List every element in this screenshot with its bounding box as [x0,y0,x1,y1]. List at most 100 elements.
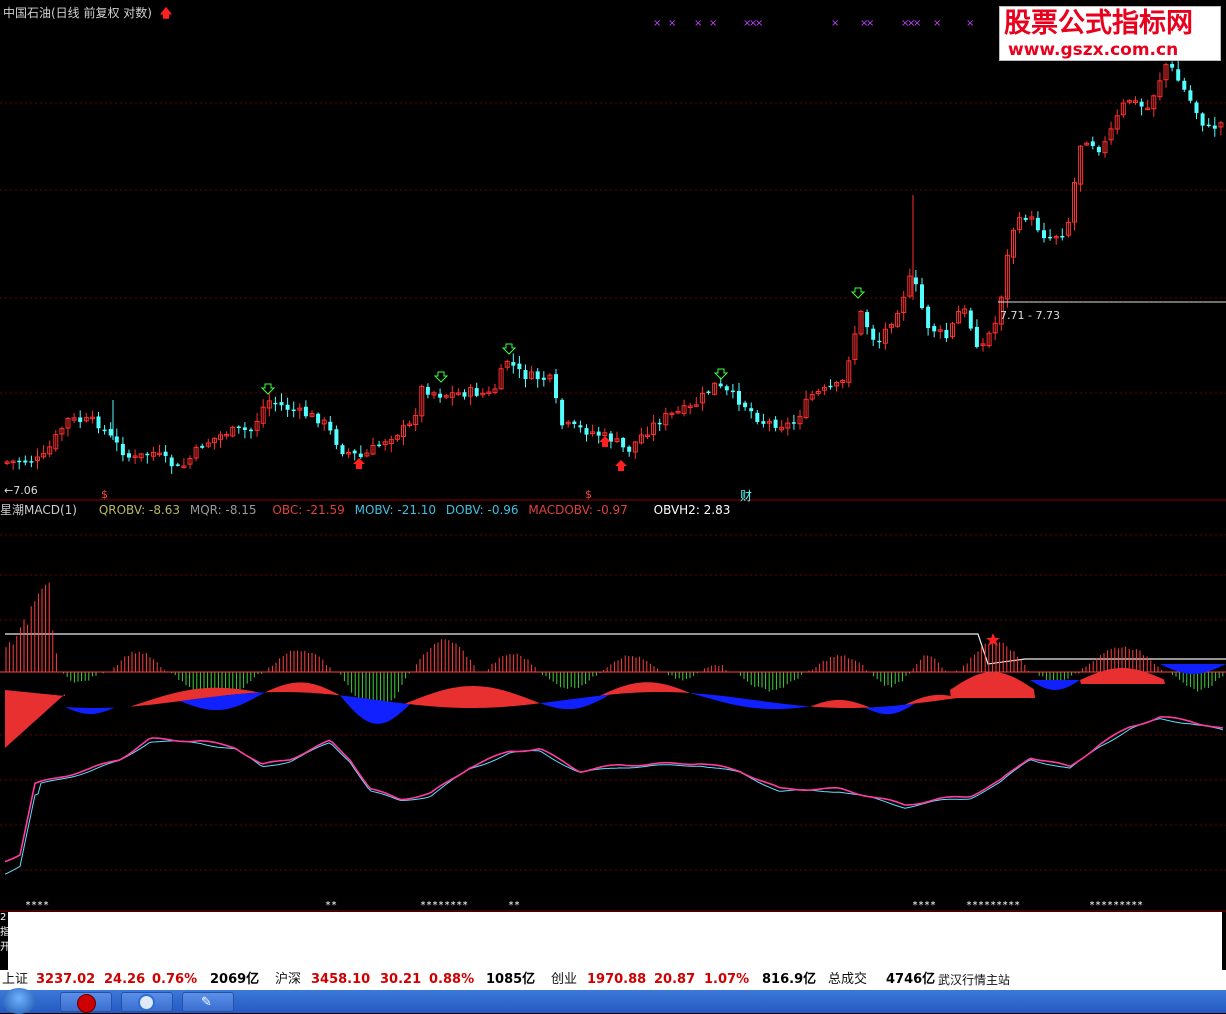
indicator-macdobv: MACDOBV: -0.97 [528,503,628,517]
purple-x-marker: × [966,18,974,29]
logo-url: www.gszx.com.cn [1008,40,1179,60]
candle-body [730,390,735,393]
candle-body [108,429,113,436]
signal-stars: **** [25,900,49,911]
strip-text: 开 [0,942,8,953]
macd-ribbon [5,690,65,748]
candle-body [1023,217,1028,220]
candle-body [572,421,577,424]
macd-ribbon [1030,680,1080,690]
candle-body [944,329,949,339]
candle-body [236,426,241,429]
candle-body [1200,113,1205,126]
price-panel-title: 中国石油(日线 前复权 对数) 🡅 [3,6,172,20]
candle-body [200,445,205,448]
candle-body [773,419,778,428]
candle-body [1188,90,1193,101]
candle-body [1035,217,1040,231]
candle-body [120,443,125,456]
magenta-line [4,716,1224,863]
hs-amount: 1085亿 [486,972,536,987]
indicator-name[interactable]: 星潮MACD(1) [0,503,77,517]
candle-body [621,437,626,448]
signal-stars: ********* [1089,900,1143,911]
candle-body [791,422,796,424]
candle-body [1212,125,1217,129]
info-panel [8,912,1222,970]
cy-value: 1970.88 [587,972,647,987]
candle-body [871,328,876,340]
candle-body [578,425,583,428]
market-status-bar: 上证 3237.02 24.26 0.76% 2069亿 沪深 3458.10 … [0,970,1226,990]
candle-body [517,363,522,370]
candle-body [358,453,363,458]
sh-label: 上证 [2,972,29,987]
sh-change: 24.26 [104,972,146,987]
macd-ribbon [950,672,1035,698]
start-orb-icon[interactable] [2,988,36,1014]
total-amount: 4746亿 [886,972,936,987]
down-arrow-icon [713,368,729,380]
candle-body [1042,230,1046,239]
candle-body [291,409,296,412]
candle-body [511,362,516,366]
chart-canvas[interactable]: × × × × ××× × ×× ××× × ×**** ** ******** ** **** *****… [0,0,1226,990]
cy-pct: 1.07% [704,972,750,987]
candle-body [541,377,546,380]
candle-body [425,386,430,395]
candle-body [242,427,247,430]
macd-ribbon [65,707,115,714]
star-icon [986,633,1000,646]
cy-change: 20.87 [654,972,696,987]
candle-body [163,451,168,456]
candle-body [474,388,479,396]
up-arrow-icon [615,460,627,471]
candle-body [523,370,528,380]
candle-body [865,312,870,328]
strip-text: 指 [0,927,8,938]
purple-x-marker: × [913,18,921,29]
logo-title: 股票公式指标网 [1004,8,1193,39]
station-name[interactable]: 武汉行情主站 [938,970,1010,990]
candle-body [1090,141,1095,147]
candle-body [596,431,601,436]
candle-body [279,402,284,406]
cy-label: 创业 [551,972,578,987]
browser-icon [138,994,155,1011]
candle-body [328,421,333,431]
hs-label: 沪深 [275,972,302,987]
watermark-logo: 股票公式指标网 www.gszx.com.cn [999,6,1221,61]
purple-x-marker: × [755,18,763,29]
indicator-header: 星潮MACD(1) QROBV: -8.63 MQR: -8.15 OBC: -… [0,503,736,517]
taskbar-feather-button[interactable]: ✎ [182,992,234,1012]
macd-ribbon [810,699,870,708]
hs-pct: 0.88% [429,972,475,987]
macd-ribbon [340,695,410,724]
candle-body [145,453,150,456]
purple-x-marker: × [668,18,676,29]
feather-icon: ✎ [201,995,212,1010]
candle-body [718,383,723,387]
sh-value: 3237.02 [36,972,96,987]
indicator-dobv: DOBV: -0.96 [445,503,519,517]
taskbar-app-button[interactable] [60,992,112,1013]
indicator-obvh2: OBVH2: 2.83 [653,503,731,517]
signal-stars: ********* [966,900,1020,911]
candle-body [334,429,339,445]
candle-body [974,326,979,347]
candle-body [316,413,321,424]
indicator-mobv: MOBV: -21.10 [354,503,437,517]
cy-amount: 816.9亿 [762,972,817,987]
candle-body [127,453,131,458]
purple-x-marker: × [694,18,702,29]
candle-body [1176,69,1181,81]
candle-body [926,306,931,329]
candle-body [1182,80,1187,90]
candle-body [761,421,766,424]
candle-body [273,402,278,405]
stock-title: 中国石油(日线 前复权 对数) [3,6,152,20]
taskbar-browser-button[interactable] [121,992,173,1012]
down-arrow-icon [433,371,449,383]
candle-body [114,436,119,443]
left-side-strip: 2 指 开 [0,912,8,970]
